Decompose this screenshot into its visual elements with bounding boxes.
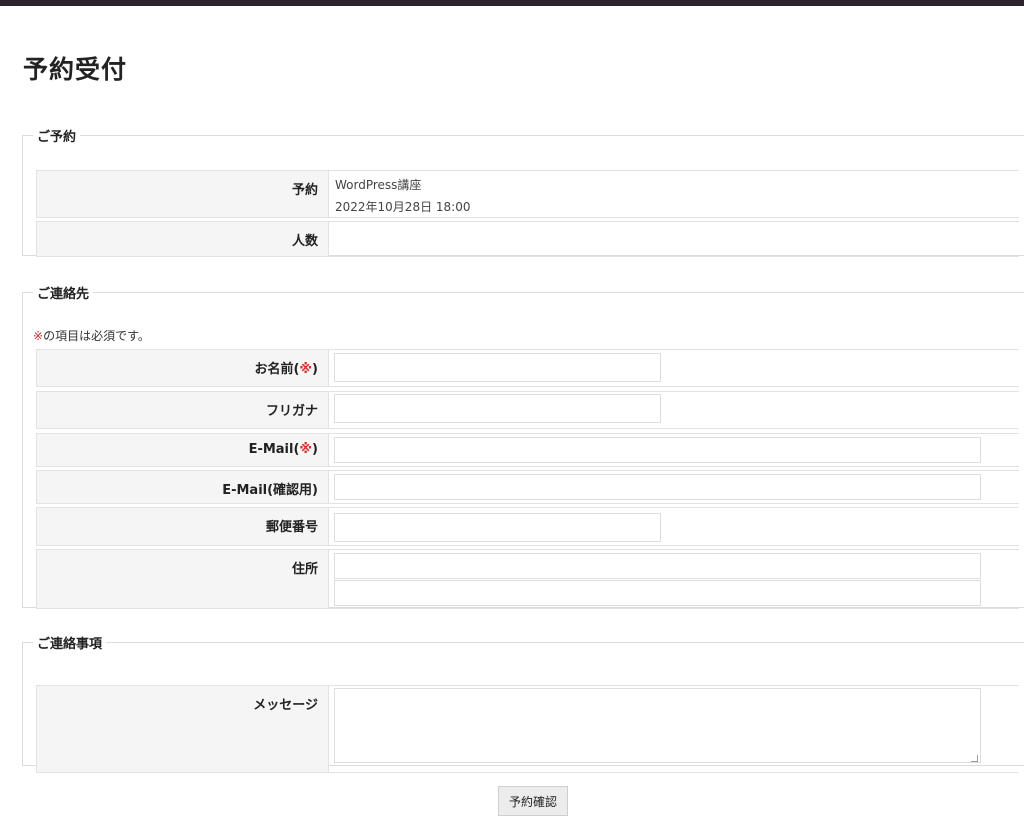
required-mark: ※ <box>33 329 44 343</box>
booking-label: 予約 <box>36 170 329 218</box>
top-bar <box>0 0 1024 6</box>
contact-section: ご連絡先 ※の項目は必須です。 お名前(※) フリガナ E-Mail(※) E-… <box>22 283 1024 609</box>
message-cell <box>329 685 1019 773</box>
email-field[interactable] <box>334 437 981 463</box>
confirm-reservation-button[interactable]: 予約確認 <box>498 786 568 816</box>
message-label: メッセージ <box>36 685 329 773</box>
name-label-text: お名前( <box>254 362 300 377</box>
required-note: ※の項目は必須です。 <box>33 327 150 344</box>
furigana-cell <box>329 391 1019 429</box>
notes-section: ご連絡事項 メッセージ <box>22 633 1024 773</box>
booking-row: 予約 WordPress講座 2022年10月28日 18:00 <box>36 170 1019 218</box>
furigana-label: フリガナ <box>36 391 329 429</box>
email-confirm-label: E-Mail(確認用) <box>36 470 329 504</box>
email-confirm-row: E-Mail(確認用) <box>36 470 1019 504</box>
required-mark: ※ <box>299 362 313 377</box>
address-row: 住所 <box>36 549 1019 609</box>
furigana-field[interactable] <box>334 394 661 423</box>
furigana-row: フリガナ <box>36 391 1019 429</box>
message-textarea[interactable] <box>334 688 981 763</box>
message-row: メッセージ <box>36 685 1019 773</box>
address-cell <box>329 549 1019 609</box>
page-title: 予約受付 <box>23 55 128 84</box>
postal-cell <box>329 507 1019 546</box>
people-row: 人数 <box>36 221 1019 257</box>
email-confirm-field[interactable] <box>334 474 981 500</box>
postal-row: 郵便番号 <box>36 507 1019 546</box>
booking-value: WordPress講座 2022年10月28日 18:00 <box>329 170 1019 218</box>
address-line1-field[interactable] <box>334 553 981 579</box>
email-cell <box>329 433 1019 467</box>
reservation-section: ご予約 予約 WordPress講座 2022年10月28日 18:00 人数 <box>22 126 1024 257</box>
name-cell <box>329 349 1019 387</box>
required-note-text: の項目は必須です。 <box>43 329 150 343</box>
booking-datetime: 2022年10月28日 18:00 <box>335 200 471 214</box>
required-mark: ※ <box>299 442 313 457</box>
resize-handle-icon[interactable] <box>971 755 978 762</box>
people-label: 人数 <box>36 221 329 257</box>
name-field[interactable] <box>334 353 661 382</box>
people-value <box>329 221 1019 257</box>
postal-label: 郵便番号 <box>36 507 329 546</box>
reservation-legend: ご予約 <box>37 130 77 145</box>
address-line2-field[interactable] <box>334 580 981 606</box>
contact-legend: ご連絡先 <box>37 287 90 302</box>
email-row: E-Mail(※) <box>36 433 1019 467</box>
name-row: お名前(※) <box>36 349 1019 387</box>
notes-legend: ご連絡事項 <box>37 637 103 652</box>
name-label-end: ) <box>312 362 318 377</box>
postal-code-field[interactable] <box>334 513 661 542</box>
email-confirm-cell <box>329 470 1019 504</box>
name-label: お名前(※) <box>36 349 329 387</box>
email-label-end: ) <box>312 442 318 457</box>
email-label-text: E-Mail( <box>248 442 300 457</box>
address-label: 住所 <box>36 549 329 609</box>
email-label: E-Mail(※) <box>36 433 329 467</box>
course-name: WordPress講座 <box>335 178 422 192</box>
